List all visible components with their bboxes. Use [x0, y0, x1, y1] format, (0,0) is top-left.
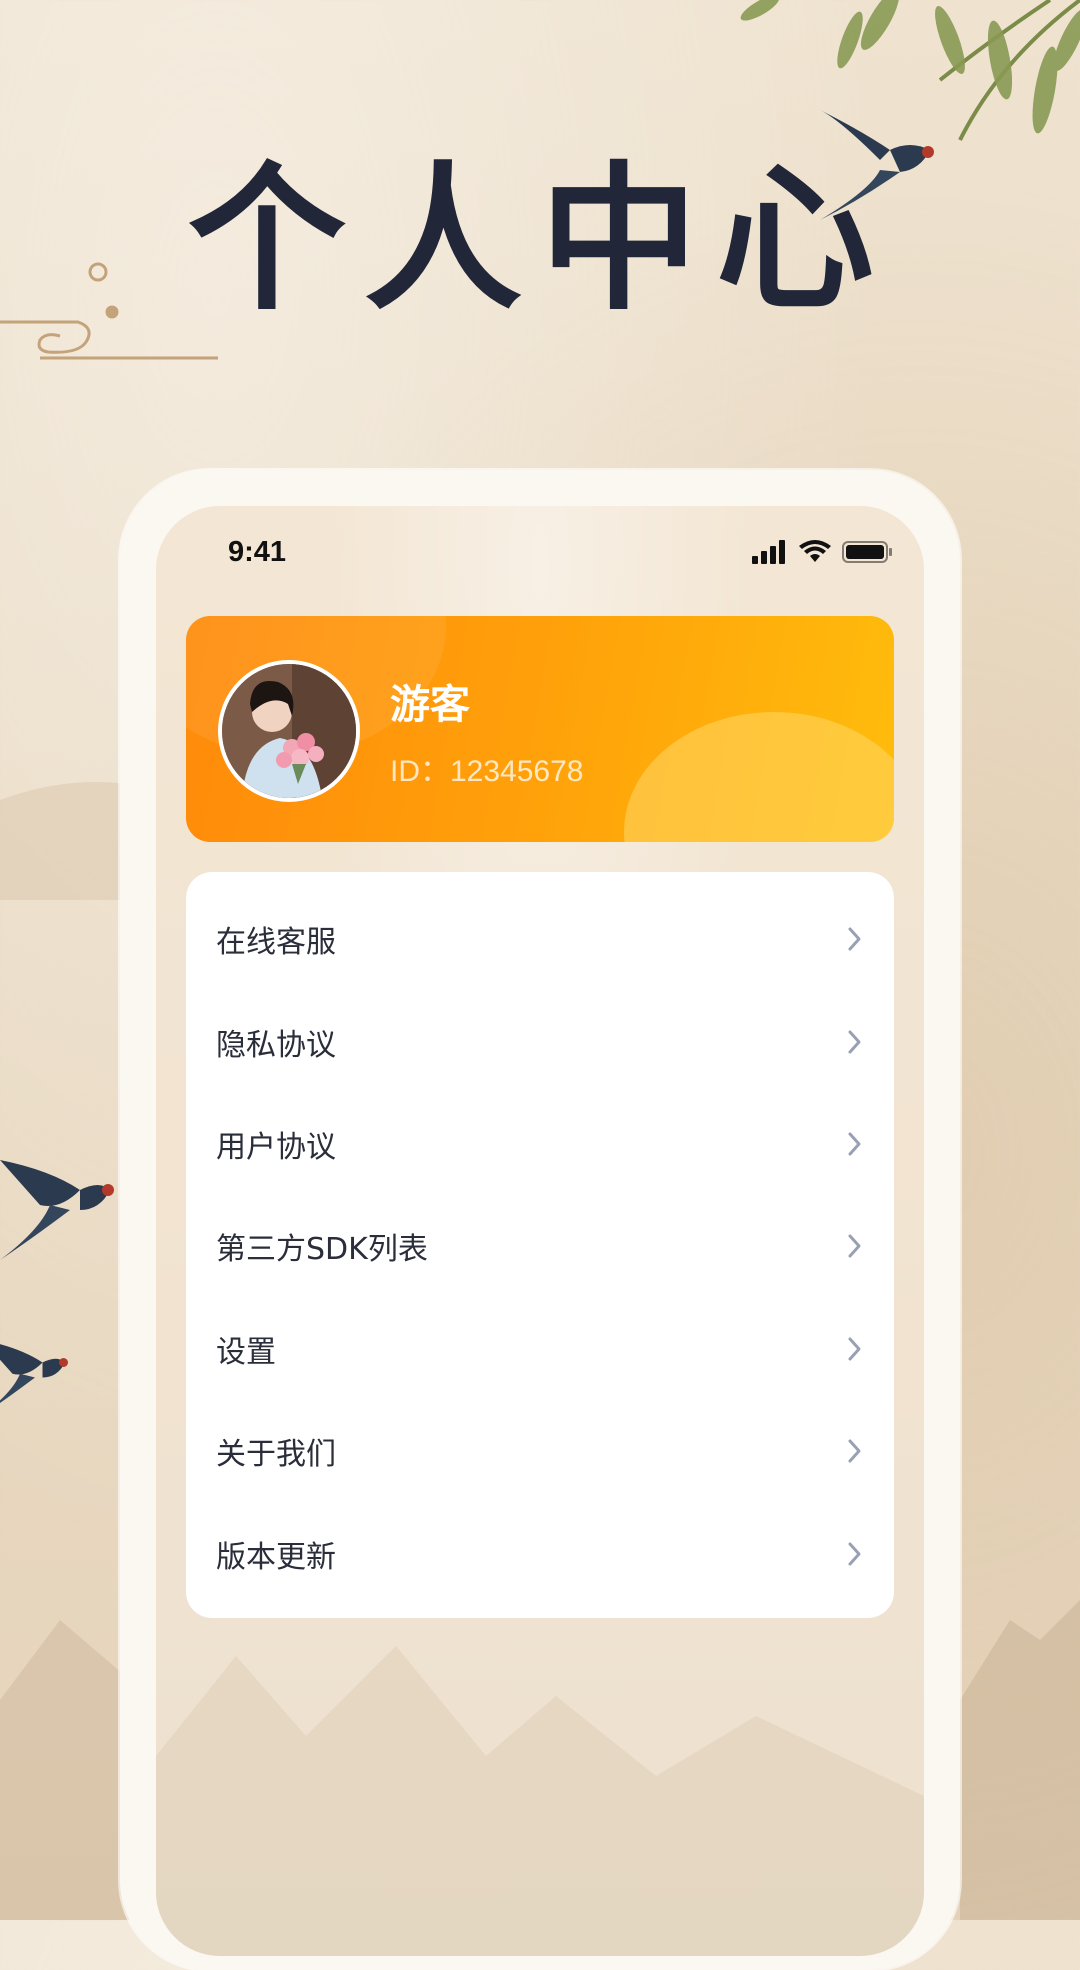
menu-list: 在线客服 隐私协议 用户协议 第三方SDK列表 设置 关于我们 版本更新: [186, 872, 894, 1618]
swallow-icon: [0, 1344, 68, 1403]
signal-icon: [752, 540, 785, 564]
battery-icon: [842, 541, 892, 563]
menu-item-about-us[interactable]: 关于我们: [186, 1400, 894, 1502]
avatar-image: [222, 664, 356, 798]
profile-card[interactable]: 游客 ID：12345678: [186, 616, 894, 842]
menu-item-label: 设置: [216, 1334, 276, 1370]
swallow-icon: [0, 1160, 114, 1260]
menu-item-privacy-policy[interactable]: 隐私协议: [186, 990, 894, 1092]
avatar[interactable]: [218, 660, 360, 802]
chevron-right-icon: [848, 1234, 861, 1258]
menu-item-user-agreement[interactable]: 用户协议: [186, 1093, 894, 1195]
status-icons: [752, 540, 894, 564]
menu-item-label: 关于我们: [216, 1437, 336, 1473]
menu-item-label: 版本更新: [216, 1539, 336, 1575]
menu-item-settings[interactable]: 设置: [186, 1298, 894, 1400]
chevron-right-icon: [848, 927, 861, 951]
phone-screen: 9:41 游客 ID：12345678 在线客服 隐私协议 用户协议 第三方SD…: [156, 506, 924, 1956]
menu-item-label: 在线客服: [216, 925, 336, 961]
chevron-right-icon: [848, 1030, 861, 1054]
menu-item-label: 用户协议: [216, 1129, 336, 1165]
chevron-right-icon: [848, 1337, 861, 1361]
user-name: 游客: [390, 682, 470, 728]
chevron-right-icon: [848, 1542, 861, 1566]
menu-item-label: 第三方SDK列表: [216, 1232, 428, 1268]
page-title: 个人中心: [188, 148, 892, 332]
menu-item-version-update[interactable]: 版本更新: [186, 1502, 894, 1604]
menu-item-third-party-sdk[interactable]: 第三方SDK列表: [186, 1195, 894, 1297]
user-id: ID：12345678: [390, 755, 584, 788]
chevron-right-icon: [848, 1439, 861, 1463]
status-bar: 9:41: [156, 506, 924, 606]
status-time: 9:41: [228, 536, 287, 568]
wifi-icon: [799, 540, 831, 562]
menu-item-label: 隐私协议: [216, 1027, 336, 1063]
menu-item-online-service[interactable]: 在线客服: [186, 888, 894, 990]
chevron-right-icon: [848, 1132, 861, 1156]
card-decoration: [624, 712, 894, 842]
